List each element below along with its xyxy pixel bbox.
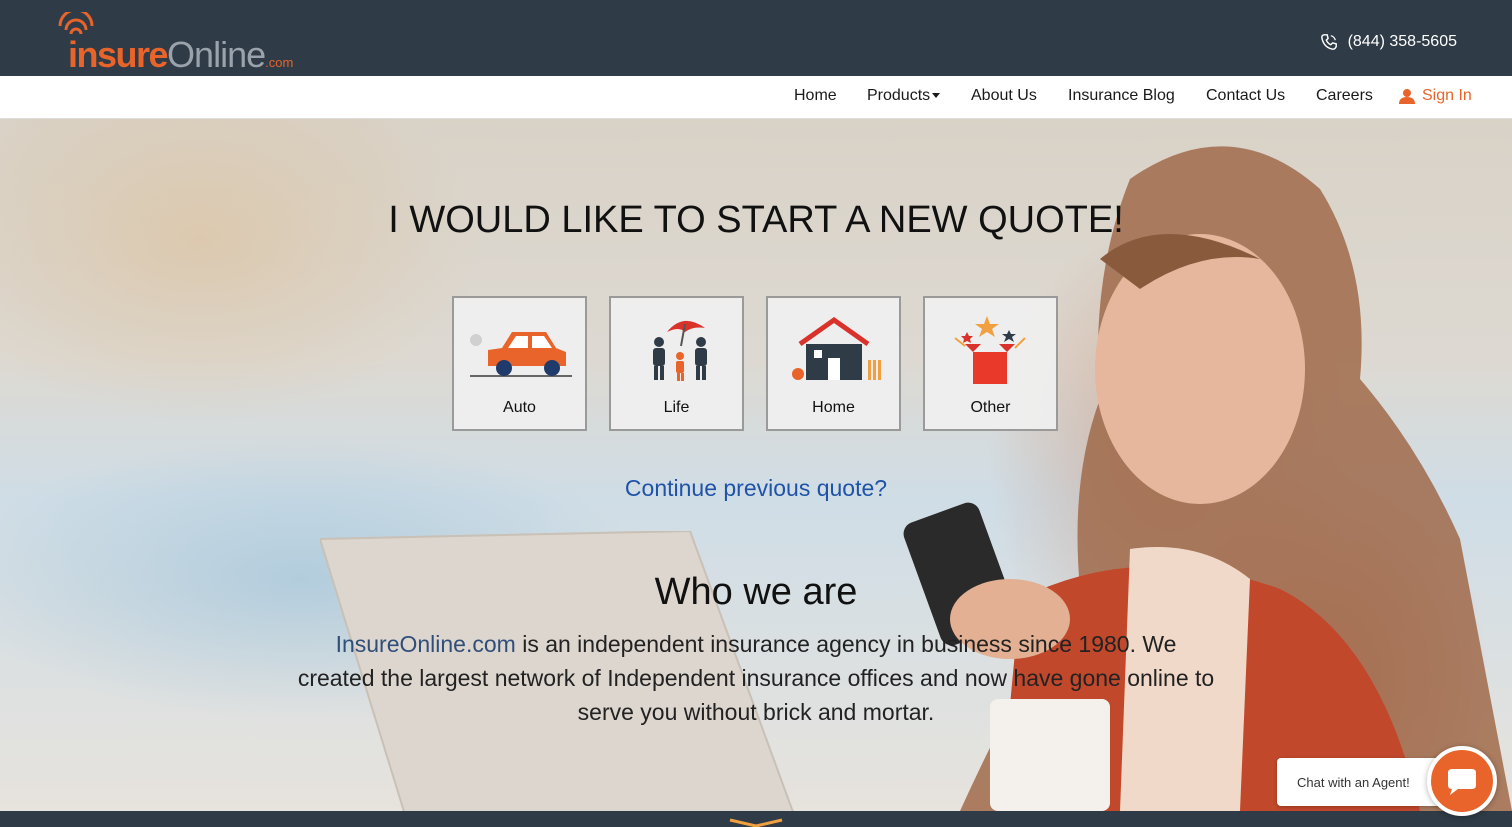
scroll-down-chevron-icon[interactable] xyxy=(728,818,784,827)
house-icon xyxy=(792,316,881,380)
nav-products-label: Products xyxy=(867,87,931,104)
quote-card-home[interactable]: Home xyxy=(766,296,901,431)
nav-contact-us[interactable]: Contact Us xyxy=(1206,87,1285,105)
who-we-are-text: InsureOnline.com is an independent insur… xyxy=(296,627,1216,729)
top-header: insureOnline.com (844) 358-5605 xyxy=(0,0,1512,76)
user-icon xyxy=(1399,89,1415,104)
sign-in-link[interactable]: Sign In xyxy=(1398,87,1472,105)
quote-card-home-label: Home xyxy=(812,399,855,416)
sign-in-label: Sign In xyxy=(1422,87,1472,104)
car-icon xyxy=(470,332,572,377)
quote-type-cards: Auto Life Home Other xyxy=(452,296,1058,431)
chat-with-agent-bubble[interactable]: Chat with an Agent! xyxy=(1277,758,1443,806)
quote-heading: I WOULD LIKE TO START A NEW QUOTE! xyxy=(388,199,1124,241)
phone-text: (844) 358-5605 xyxy=(1347,33,1457,50)
nav-home[interactable]: Home xyxy=(794,87,837,105)
logo-wordmark: insureOnline.com xyxy=(68,34,293,76)
quote-card-life-label: Life xyxy=(663,399,690,416)
phone-number[interactable]: (844) 358-5605 xyxy=(1320,33,1457,51)
hero-section: I WOULD LIKE TO START A NEW QUOTE! Auto xyxy=(0,119,1512,811)
nav-insurance-blog[interactable]: Insurance Blog xyxy=(1068,87,1175,105)
quote-card-life[interactable]: Life xyxy=(609,296,744,431)
nav-careers[interactable]: Careers xyxy=(1316,87,1373,105)
logo-online: Online xyxy=(167,34,266,75)
logo-com: .com xyxy=(265,55,294,70)
chat-launcher-button[interactable] xyxy=(1427,746,1497,816)
quote-card-other-label: Other xyxy=(970,399,1011,416)
quote-card-auto[interactable]: Auto xyxy=(452,296,587,431)
phone-icon xyxy=(1320,34,1337,50)
nav-products[interactable]: Products xyxy=(867,87,941,105)
chat-bubble-icon xyxy=(1448,769,1476,795)
continue-previous-quote-link[interactable]: Continue previous quote? xyxy=(0,475,1512,502)
family-umbrella-icon xyxy=(653,320,707,381)
quote-card-other[interactable]: Other xyxy=(923,296,1058,431)
quote-card-auto-label: Auto xyxy=(503,399,536,416)
caret-down-icon xyxy=(932,93,941,99)
logo-insure: insure xyxy=(68,34,169,75)
nav-about-us[interactable]: About Us xyxy=(971,87,1037,105)
main-nav: Home Products About Us Insurance Blog Co… xyxy=(0,76,1512,119)
gift-box-icon xyxy=(954,316,1026,384)
who-we-are-heading: Who we are xyxy=(654,571,858,613)
insureonline-link[interactable]: InsureOnline.com xyxy=(336,631,516,657)
